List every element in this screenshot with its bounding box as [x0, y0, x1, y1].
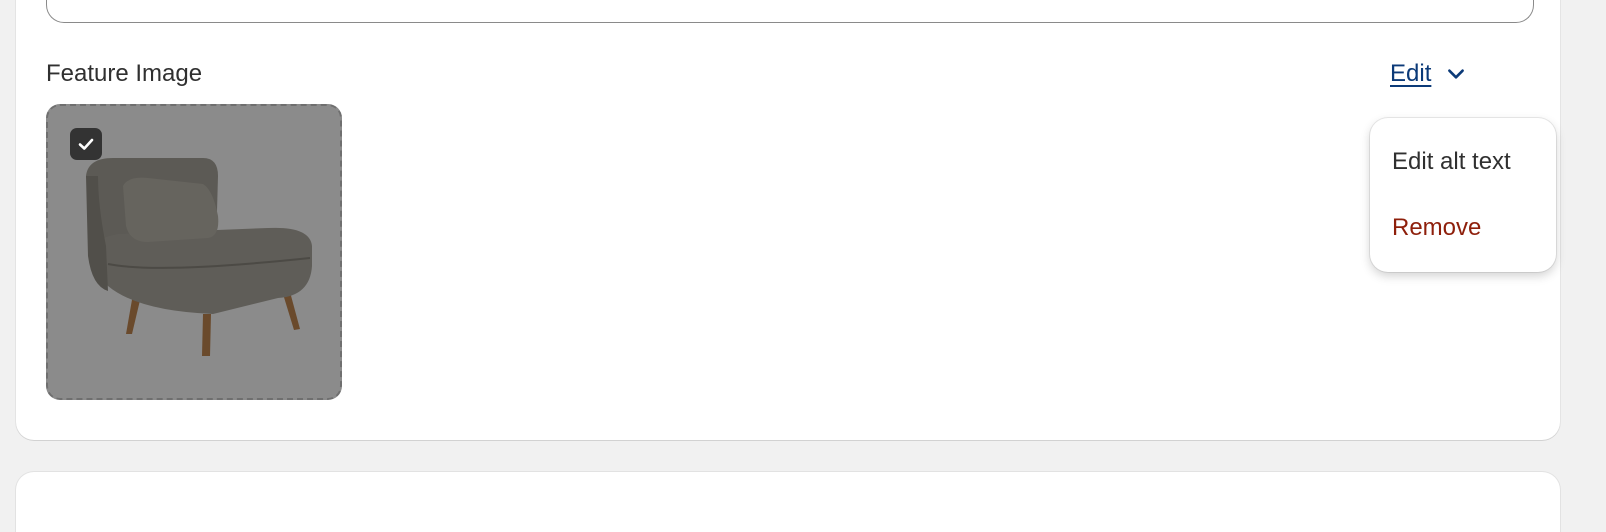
- next-card: [16, 472, 1560, 532]
- chevron-down-icon[interactable]: [1445, 63, 1467, 85]
- page-background: Feature Image Edit Edit alt text Remove: [0, 0, 1606, 532]
- feature-image-thumbnail[interactable]: [46, 104, 342, 400]
- feature-image-card: Feature Image Edit: [16, 0, 1560, 440]
- section-title: Feature Image: [46, 60, 203, 87]
- chair-image: [86, 158, 312, 356]
- previous-field-bottom[interactable]: [46, 0, 1534, 23]
- edit-dropdown-menu: Edit alt text Remove: [1370, 118, 1556, 272]
- edit-link-label[interactable]: Edit: [1390, 60, 1431, 88]
- menu-item-remove[interactable]: Remove: [1392, 214, 1481, 242]
- scroll-gutter: [1574, 0, 1606, 514]
- edit-dropdown-trigger[interactable]: Edit: [1390, 60, 1467, 88]
- menu-item-edit-alt-text[interactable]: Edit alt text: [1392, 148, 1511, 176]
